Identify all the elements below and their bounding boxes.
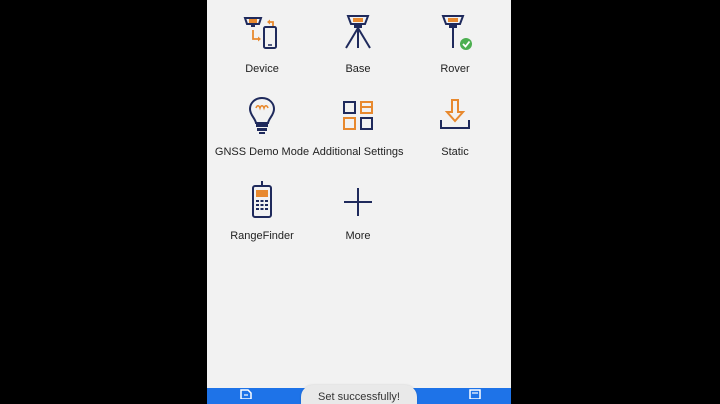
menu-item-base[interactable]: Base <box>308 12 408 92</box>
device-connect-icon <box>240 12 284 52</box>
nav-project-button[interactable] <box>237 389 255 404</box>
nav-menu-button[interactable] <box>466 389 484 404</box>
gnss-rover-check-icon <box>433 12 477 52</box>
menu-item-rangefinder[interactable]: RangeFinder <box>212 180 312 260</box>
app-screen: Device Base Rover GNSS Demo Mode Additio… <box>207 0 511 404</box>
toast-message: Set successfully! <box>301 385 417 404</box>
menu-item-device[interactable]: Device <box>212 12 312 92</box>
lightbulb-icon <box>240 96 284 136</box>
menu-item-label: More <box>345 230 371 242</box>
plus-icon <box>336 184 380 224</box>
rangefinder-device-icon <box>240 180 284 220</box>
menu-item-label: Rover <box>440 63 470 75</box>
gnss-base-tripod-icon <box>336 12 380 52</box>
document-icon <box>239 386 253 404</box>
list-icon <box>468 386 482 404</box>
menu-item-additional-settings[interactable]: Additional Settings <box>308 96 408 176</box>
menu-item-static[interactable]: Static <box>405 96 505 176</box>
grid-settings-icon <box>336 98 380 138</box>
download-tray-icon <box>433 98 477 138</box>
menu-item-label: Static <box>441 146 469 158</box>
menu-item-gnss-demo-mode[interactable]: GNSS Demo Mode <box>212 96 312 176</box>
menu-item-more[interactable]: More <box>308 180 408 260</box>
menu-item-rover[interactable]: Rover <box>405 12 505 92</box>
